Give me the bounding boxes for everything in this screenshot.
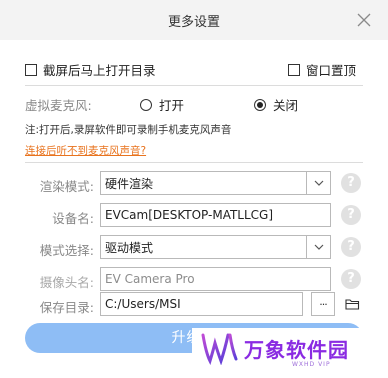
radio-icon [140,98,152,111]
device-name-label: 设备名: [52,211,94,226]
open-dir-after-capture-checkbox[interactable]: 截屏后马上打开目录 [25,60,156,79]
save-dir-value: C:/Users/MSI [105,297,181,311]
help-icon[interactable]: ? [341,205,361,225]
camera-name-value: EV Camera Pro [105,272,195,286]
watermark-logo-icon [201,333,238,365]
mic-note: 注:打开后,录屏软件即可录制手机麦克风声音 [25,124,232,136]
divider [25,162,363,163]
radio-selected-icon [254,98,266,111]
folder-icon [344,299,359,310]
mic-on-label: 打开 [159,98,185,113]
mic-off-radio[interactable]: 关闭 [254,95,298,114]
save-dir-label: 保存目录: [39,300,94,315]
watermark-text: 万象软件园 [244,338,349,362]
window-on-top-label: 窗口置顶 [306,63,357,78]
watermark-subtext: WXHD VIP [292,361,331,368]
checkbox-icon [25,63,37,76]
browse-more-button[interactable]: ··· [311,292,335,316]
mic-off-label: 关闭 [273,98,299,113]
chevron-down-icon[interactable] [306,172,330,194]
mode-select[interactable]: 驱动模式 [100,235,331,259]
mode-select-value: 驱动模式 [105,240,154,255]
open-dir-after-capture-label: 截屏后马上打开目录 [43,63,156,78]
mode-select-label: 模式选择: [39,243,94,258]
window-on-top-checkbox[interactable]: 窗口置顶 [288,60,356,79]
device-name-value: EVCam[DESKTOP-MATLLCG] [105,208,274,222]
render-mode-label: 渲染模式: [39,179,94,194]
help-icon[interactable]: ? [341,269,361,289]
title-bar: 更多设置 [0,0,388,40]
camera-name-label: 摄像头名: [39,275,94,290]
help-icon[interactable]: ? [341,237,361,257]
help-icon[interactable]: ? [341,173,361,193]
close-icon[interactable] [356,12,372,28]
more-dots-icon: ··· [319,297,327,311]
window-title: 更多设置 [167,15,220,30]
divider [25,85,363,86]
checkbox-icon [288,63,300,76]
device-name-input[interactable]: EVCam[DESKTOP-MATLLCG] [100,203,331,227]
virtual-mic-label: 虚拟麦克风: [25,98,92,113]
mic-on-radio[interactable]: 打开 [140,95,184,114]
save-dir-input[interactable]: C:/Users/MSI [100,292,303,316]
render-mode-value: 硬件渲染 [105,176,154,191]
mic-help-link[interactable]: 连接后听不到麦克风声音? [25,143,146,158]
camera-name-input: EV Camera Pro [100,267,331,291]
open-folder-button[interactable] [340,292,364,316]
chevron-down-icon[interactable] [306,236,330,258]
watermark: 万象软件园 WXHD VIP [192,328,372,368]
render-mode-select[interactable]: 硬件渲染 [100,171,331,195]
